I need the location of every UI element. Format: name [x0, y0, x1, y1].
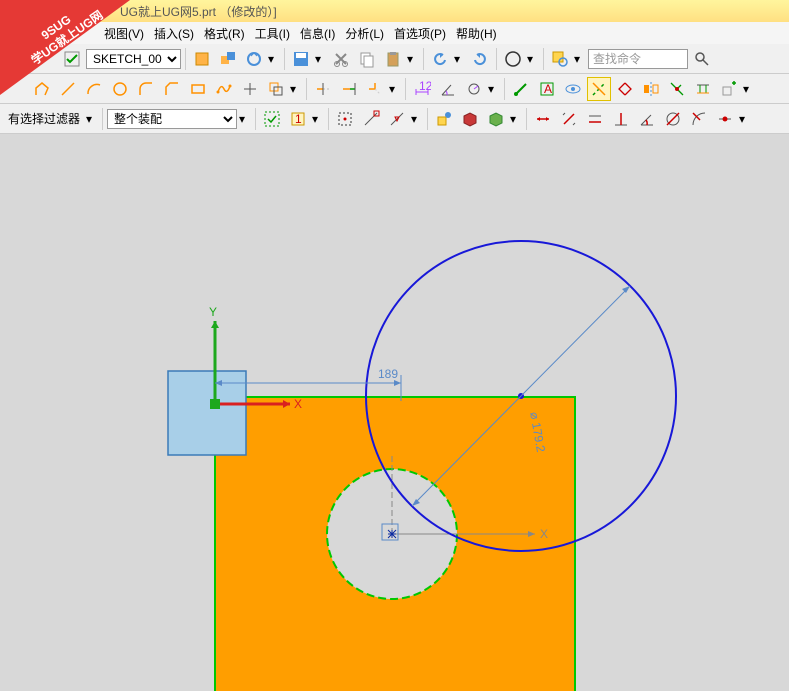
menu-analyze[interactable]: 分析(L)	[341, 23, 388, 44]
show-constraint-button[interactable]	[561, 77, 585, 101]
svg-text:X: X	[294, 397, 302, 411]
snap-point-button[interactable]	[333, 107, 357, 131]
menu-format[interactable]: 格式(R)	[200, 23, 249, 44]
title-bar: UG就上UG网5.prt （修改的）]	[0, 0, 789, 22]
coincident-button[interactable]	[713, 107, 737, 131]
redo-button[interactable]	[468, 47, 492, 71]
dropdown-arrow-icon[interactable]: ▾	[527, 52, 539, 66]
angle-dim-button[interactable]	[436, 77, 460, 101]
dropdown-arrow-icon[interactable]: ▾	[315, 52, 327, 66]
selection-filter-label: 有选择过滤器	[4, 110, 84, 127]
line-button[interactable]	[56, 77, 80, 101]
dropdown-arrow-icon[interactable]: ▾	[268, 52, 280, 66]
menu-view[interactable]: 视图(V)	[100, 23, 148, 44]
stop-on-first-button[interactable]: 1	[286, 107, 310, 131]
horizontal-dim-button[interactable]	[531, 107, 555, 131]
constraint-button[interactable]	[509, 77, 533, 101]
dropdown-arrow-icon[interactable]: ▾	[407, 52, 419, 66]
toolbar-3: 有选择过滤器 ▾ 整个装配 ▾ 1 ▾ ▾ ▾ ▾	[0, 104, 789, 134]
view-wcs-button[interactable]	[432, 107, 456, 131]
dropdown-arrow-icon[interactable]: ▾	[739, 112, 751, 126]
menu-pref[interactable]: 首选项(P)	[390, 23, 450, 44]
rectangle-button[interactable]	[186, 77, 210, 101]
svg-text:1: 1	[295, 112, 302, 126]
copy-button[interactable]	[355, 47, 379, 71]
svg-text:A: A	[544, 82, 552, 96]
fillet-button[interactable]	[134, 77, 158, 101]
sketch-name-dropdown[interactable]: SKETCH_001	[86, 49, 181, 69]
svg-text:189: 189	[378, 367, 398, 381]
svg-text:12: 12	[419, 80, 431, 93]
toolbar-2: ▾ ▾ 12 ▾ A ▾	[0, 74, 789, 104]
reattach-button[interactable]	[216, 47, 240, 71]
dropdown-arrow-icon[interactable]: ▾	[239, 112, 251, 126]
dropdown-arrow-icon[interactable]: ▾	[411, 112, 423, 126]
view-trans-button[interactable]	[484, 107, 508, 131]
menu-info[interactable]: 信息(I)	[296, 23, 339, 44]
dropdown-arrow-icon[interactable]: ▾	[510, 112, 522, 126]
alt-solution-button[interactable]	[613, 77, 637, 101]
parallel-dim-button[interactable]	[583, 107, 607, 131]
dropdown-arrow-icon[interactable]: ▾	[574, 52, 586, 66]
search-button[interactable]	[690, 47, 714, 71]
add-existing-button[interactable]	[717, 77, 741, 101]
trim-button[interactable]	[311, 77, 335, 101]
dropdown-arrow-icon[interactable]: ▾	[389, 82, 401, 96]
dropdown-arrow-icon[interactable]: ▾	[290, 82, 302, 96]
dropdown-arrow-icon[interactable]: ▾	[454, 52, 466, 66]
circle-tool-button[interactable]	[501, 47, 525, 71]
auto-constraint-button[interactable]: A	[535, 77, 559, 101]
spline-button[interactable]	[212, 77, 236, 101]
chamfer-button[interactable]	[160, 77, 184, 101]
arc-button[interactable]	[82, 77, 106, 101]
profile-button[interactable]	[30, 77, 54, 101]
project-button[interactable]	[691, 77, 715, 101]
view-shaded-button[interactable]	[458, 107, 482, 131]
selection-scope-dropdown[interactable]: 整个装配	[107, 109, 237, 129]
finish-sketch-button[interactable]	[60, 47, 84, 71]
menu-bar: 视图(V) 插入(S) 格式(R) 工具(I) 信息(I) 分析(L) 首选项(…	[0, 22, 789, 44]
menu-tool[interactable]: 工具(I)	[251, 23, 294, 44]
svg-text:X: X	[540, 527, 548, 541]
save-button[interactable]	[289, 47, 313, 71]
toolbar-1: SKETCH_001 ▾ ▾ ▾ ▾ ▾ ▾ 查找命令	[0, 44, 789, 74]
command-search-input[interactable]: 查找命令	[588, 49, 688, 69]
command-finder-button[interactable]	[548, 47, 572, 71]
dimension-button[interactable]: 12	[410, 77, 434, 101]
extend-button[interactable]	[337, 77, 361, 101]
offset-button[interactable]	[264, 77, 288, 101]
point-button[interactable]	[238, 77, 262, 101]
menu-insert[interactable]: 插入(S)	[150, 23, 198, 44]
circle-button[interactable]	[108, 77, 132, 101]
window-title: UG就上UG网5.prt （修改的）]	[120, 3, 277, 20]
paste-button[interactable]	[381, 47, 405, 71]
perp-dim-button[interactable]	[609, 107, 633, 131]
select-all-button[interactable]	[260, 107, 284, 131]
intersect-button[interactable]	[665, 77, 689, 101]
perimeter-dim-button[interactable]	[462, 77, 486, 101]
vertical-dim-button[interactable]	[557, 107, 581, 131]
svg-text:Y: Y	[209, 305, 217, 319]
orient-sketch-button[interactable]	[190, 47, 214, 71]
snap-mid-button[interactable]	[385, 107, 409, 131]
radius-dim-button[interactable]	[687, 107, 711, 131]
snap-end-button[interactable]	[359, 107, 383, 131]
dropdown-arrow-icon[interactable]: ▾	[312, 112, 324, 126]
corner-button[interactable]	[363, 77, 387, 101]
angular-dim-button[interactable]	[635, 107, 659, 131]
dropdown-arrow-icon[interactable]: ▾	[86, 112, 98, 126]
update-button[interactable]	[242, 47, 266, 71]
dropdown-arrow-icon[interactable]: ▾	[488, 82, 500, 96]
dropdown-arrow-icon[interactable]: ▾	[743, 82, 755, 96]
cut-button[interactable]	[329, 47, 353, 71]
convert-ref-button[interactable]	[587, 77, 611, 101]
mirror-button[interactable]	[639, 77, 663, 101]
undo-button[interactable]	[428, 47, 452, 71]
diameter-dim-button[interactable]	[661, 107, 685, 131]
menu-help[interactable]: 帮助(H)	[452, 23, 501, 44]
modeling-viewport[interactable]: X Y X 189 ⌀ 179.2	[0, 156, 789, 691]
